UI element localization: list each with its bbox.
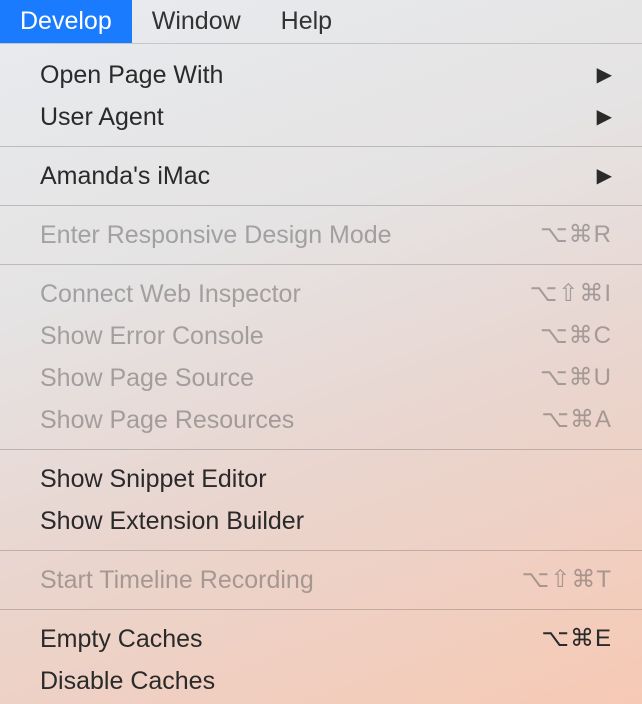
menu-item-label: User Agent xyxy=(40,99,164,135)
menu-item-open-page-with[interactable]: Open Page With ▶ xyxy=(0,54,642,96)
chevron-right-icon: ▶ xyxy=(597,99,612,135)
menu-item-label: Connect Web Inspector xyxy=(40,276,301,312)
menu-separator xyxy=(0,146,642,147)
menu-item-label: Open Page With xyxy=(40,57,223,93)
menu-item-shortcut: ⌥⌘A xyxy=(541,402,612,438)
menu-item-shortcut: ⌥⌘R xyxy=(540,217,612,253)
menubar-item-window[interactable]: Window xyxy=(132,0,261,43)
chevron-right-icon: ▶ xyxy=(597,57,612,93)
menu-item-shortcut: ⌥⇧⌘I xyxy=(530,276,612,312)
menu-item-shortcut: ⌥⌘E xyxy=(541,621,612,657)
menubar: Develop Window Help xyxy=(0,0,642,44)
menu-separator xyxy=(0,264,642,265)
menu-item-show-snippet-editor[interactable]: Show Snippet Editor xyxy=(0,458,642,500)
menu-item-label: Amanda's iMac xyxy=(40,158,210,194)
menu-item-show-extension-builder[interactable]: Show Extension Builder xyxy=(0,500,642,542)
menu-item-label: Show Error Console xyxy=(40,318,264,354)
menubar-item-help[interactable]: Help xyxy=(261,0,352,43)
menu-item-shortcut: ⌥⇧⌘T xyxy=(522,562,612,598)
menu-item-disable-caches[interactable]: Disable Caches xyxy=(0,660,642,702)
menu-item-shortcut: ⌥⌘U xyxy=(540,360,612,396)
menu-separator xyxy=(0,609,642,610)
menu-separator xyxy=(0,205,642,206)
menu-item-connect-web-inspector: Connect Web Inspector ⌥⇧⌘I xyxy=(0,273,642,315)
menu-item-user-agent[interactable]: User Agent ▶ xyxy=(0,96,642,138)
menu-item-label: Disable Caches xyxy=(40,663,215,699)
menu-item-show-page-source: Show Page Source ⌥⌘U xyxy=(0,357,642,399)
menu-item-label: Start Timeline Recording xyxy=(40,562,314,598)
menubar-item-develop[interactable]: Develop xyxy=(0,0,132,43)
menu-item-amandas-imac[interactable]: Amanda's iMac ▶ xyxy=(0,155,642,197)
menu-item-label: Show Snippet Editor xyxy=(40,461,267,497)
menu-item-start-timeline-recording: Start Timeline Recording ⌥⇧⌘T xyxy=(0,559,642,601)
menu-item-show-page-resources: Show Page Resources ⌥⌘A xyxy=(0,399,642,441)
menu-item-label: Enter Responsive Design Mode xyxy=(40,217,392,253)
menu-separator xyxy=(0,449,642,450)
menu-item-enter-responsive-design-mode: Enter Responsive Design Mode ⌥⌘R xyxy=(0,214,642,256)
menu-item-shortcut: ⌥⌘C xyxy=(540,318,612,354)
chevron-right-icon: ▶ xyxy=(597,158,612,194)
menu-item-label: Show Extension Builder xyxy=(40,503,304,539)
menu-item-label: Empty Caches xyxy=(40,621,203,657)
menu-separator xyxy=(0,550,642,551)
menu-item-label: Show Page Source xyxy=(40,360,254,396)
menu-item-show-error-console: Show Error Console ⌥⌘C xyxy=(0,315,642,357)
develop-menu: Open Page With ▶ User Agent ▶ Amanda's i… xyxy=(0,44,642,702)
menu-item-empty-caches[interactable]: Empty Caches ⌥⌘E xyxy=(0,618,642,660)
menu-item-label: Show Page Resources xyxy=(40,402,294,438)
